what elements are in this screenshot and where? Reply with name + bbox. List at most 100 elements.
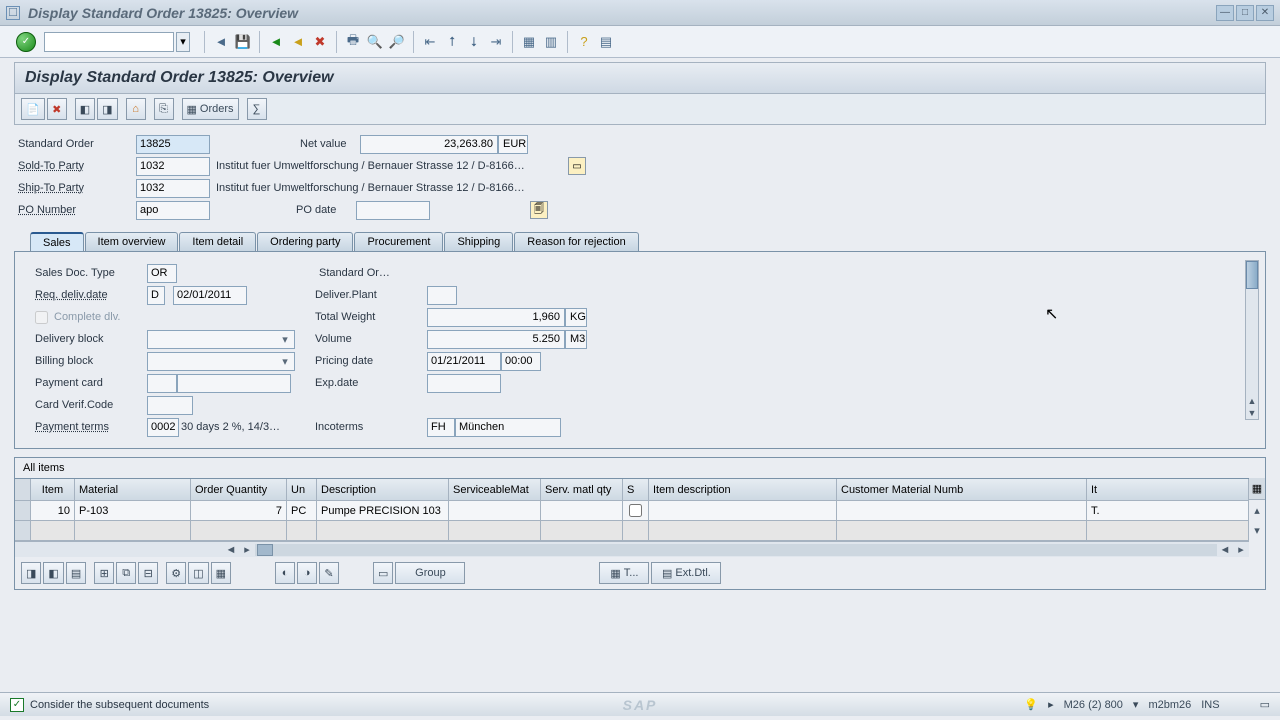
tab-item-detail[interactable]: Item detail bbox=[179, 232, 256, 251]
check-button[interactable]: ◑ bbox=[297, 562, 317, 584]
po-date-field[interactable] bbox=[356, 201, 430, 220]
availability-button[interactable]: ✎ bbox=[319, 562, 339, 584]
command-history-button[interactable]: ▾ bbox=[176, 32, 190, 52]
incoterms-loc-field[interactable] bbox=[455, 418, 561, 437]
col-it[interactable]: It bbox=[1087, 479, 1249, 501]
t-button[interactable]: ▦ T... bbox=[599, 562, 649, 584]
exit-icon[interactable]: ◄ bbox=[288, 32, 308, 52]
header-texts-button[interactable]: ◨ bbox=[97, 98, 117, 120]
reject-button[interactable]: ✖ bbox=[47, 98, 67, 120]
group-button[interactable]: Group bbox=[395, 562, 465, 584]
col-s[interactable]: S bbox=[623, 479, 649, 501]
status-overview-button[interactable]: ∑ bbox=[247, 98, 267, 120]
system-menu-icon[interactable]: ☐ bbox=[6, 6, 20, 20]
details-button[interactable]: ▤ bbox=[66, 562, 86, 584]
tab-reason-rejection[interactable]: Reason for rejection bbox=[514, 232, 638, 251]
status-help-icon[interactable]: 💡 bbox=[1024, 698, 1038, 711]
exp-date-field[interactable] bbox=[427, 374, 501, 393]
deliv-plant-field[interactable] bbox=[427, 286, 457, 305]
prev-page-icon[interactable]: ⭡ bbox=[442, 32, 462, 52]
table-row[interactable] bbox=[15, 521, 1249, 541]
col-description[interactable]: Description bbox=[317, 479, 449, 501]
sales-doc-type-field[interactable] bbox=[147, 264, 177, 283]
sold-to-field[interactable] bbox=[136, 157, 210, 176]
enter-button[interactable]: ✓ bbox=[16, 32, 36, 52]
document-flow-button[interactable]: ⎘ bbox=[154, 98, 174, 120]
material-group-icon[interactable]: ▭ bbox=[373, 562, 393, 584]
last-page-icon[interactable]: ⇥ bbox=[486, 32, 506, 52]
billing-block-dropdown[interactable]: ▾ bbox=[147, 352, 295, 371]
status-session[interactable]: M26 (2) 800 bbox=[1064, 699, 1123, 711]
tab-sales[interactable]: Sales bbox=[30, 232, 84, 252]
header-output-button[interactable]: ◧ bbox=[75, 98, 95, 120]
command-field[interactable] bbox=[44, 32, 174, 52]
help-icon[interactable]: ? bbox=[574, 32, 594, 52]
orders-button[interactable]: ▦ Orders bbox=[182, 98, 239, 120]
pricing-time-field[interactable] bbox=[501, 352, 541, 371]
tab-item-overview[interactable]: Item overview bbox=[85, 232, 179, 251]
schedule-button[interactable]: ▦ bbox=[211, 562, 231, 584]
payment-terms-field[interactable] bbox=[147, 418, 179, 437]
card-verif-field[interactable] bbox=[147, 396, 193, 415]
maximize-button[interactable]: □ bbox=[1236, 5, 1254, 21]
tab-shipping[interactable]: Shipping bbox=[444, 232, 513, 251]
status-interpret-icon[interactable]: ▭ bbox=[1260, 698, 1270, 711]
find-icon[interactable]: 🔍 bbox=[365, 32, 385, 52]
close-button[interactable]: ✕ bbox=[1256, 5, 1274, 21]
conditions-button[interactable]: ◫ bbox=[188, 562, 208, 584]
po-number-field[interactable] bbox=[136, 201, 210, 220]
col-un[interactable]: Un bbox=[287, 479, 317, 501]
extdtl-button[interactable]: ▤ Ext.Dtl. bbox=[651, 562, 721, 584]
status-nav-icon[interactable]: ▸ bbox=[1048, 698, 1054, 711]
req-deliv-date-field[interactable] bbox=[173, 286, 247, 305]
po-search-button[interactable]: 🗐 bbox=[530, 201, 548, 219]
col-item[interactable]: Item bbox=[31, 479, 75, 501]
tab-procurement[interactable]: Procurement bbox=[354, 232, 443, 251]
display-doc-button[interactable]: 📄 bbox=[21, 98, 45, 120]
pricing-date-field[interactable] bbox=[427, 352, 501, 371]
first-page-icon[interactable]: ⇤ bbox=[420, 32, 440, 52]
back-icon[interactable]: ◄ bbox=[211, 32, 231, 52]
cancel-icon[interactable]: ✖ bbox=[310, 32, 330, 52]
save-icon[interactable]: 💾 bbox=[233, 32, 253, 52]
select-all-button[interactable]: ◨ bbox=[21, 562, 41, 584]
col-material[interactable]: Material bbox=[75, 479, 191, 501]
find-next-icon[interactable]: 🔎 bbox=[387, 32, 407, 52]
delivery-block-dropdown[interactable]: ▾ bbox=[147, 330, 295, 349]
row-s-checkbox[interactable] bbox=[629, 504, 642, 517]
back-green-icon[interactable]: ◄ bbox=[266, 32, 286, 52]
ship-to-label[interactable]: Ship-To Party bbox=[18, 182, 136, 194]
ship-to-field[interactable] bbox=[136, 179, 210, 198]
col-itemdesc[interactable]: Item description bbox=[649, 479, 837, 501]
tab-ordering-party[interactable]: Ordering party bbox=[257, 232, 353, 251]
propose-button[interactable]: ◐ bbox=[275, 562, 295, 584]
row-selector[interactable] bbox=[15, 501, 31, 521]
req-deliv-rule-field[interactable] bbox=[147, 286, 165, 305]
col-servqty[interactable]: Serv. matl qty bbox=[541, 479, 623, 501]
insert-row-button[interactable]: ⊞ bbox=[94, 562, 114, 584]
col-custmat[interactable]: Customer Material Numb bbox=[837, 479, 1087, 501]
po-number-label[interactable]: PO Number bbox=[18, 204, 136, 216]
col-serviceable[interactable]: ServiceableMat bbox=[449, 479, 541, 501]
print-icon[interactable]: 🖶 bbox=[343, 32, 363, 52]
table-row[interactable]: 10 P-103 7 PC Pumpe PRECISION 103 T. bbox=[15, 501, 1249, 521]
header-button[interactable]: ⌂ bbox=[126, 98, 146, 120]
grid-vscroll[interactable]: ▦ ▴ ▾ bbox=[1249, 478, 1265, 557]
tab-vscroll[interactable]: ▲ ▼ bbox=[1245, 260, 1259, 420]
payment-terms-label[interactable]: Payment terms bbox=[35, 421, 147, 433]
standard-order-field[interactable] bbox=[136, 135, 210, 154]
config-button[interactable]: ⚙ bbox=[166, 562, 186, 584]
payment-card-field[interactable] bbox=[177, 374, 291, 393]
grid-hscroll[interactable]: ◄ ▸ ◄ ▸ bbox=[15, 541, 1249, 557]
delete-row-button[interactable]: ⊟ bbox=[138, 562, 158, 584]
req-deliv-date-label[interactable]: Req. deliv.date bbox=[35, 289, 147, 301]
select-all-column[interactable] bbox=[15, 479, 31, 501]
minimize-button[interactable]: — bbox=[1216, 5, 1234, 21]
payment-card-type-field[interactable] bbox=[147, 374, 177, 393]
incoterms-field[interactable] bbox=[427, 418, 455, 437]
sold-to-label[interactable]: Sold-To Party bbox=[18, 160, 136, 172]
deselect-all-button[interactable]: ◧ bbox=[43, 562, 63, 584]
layout-menu-icon[interactable]: ▤ bbox=[596, 32, 616, 52]
copy-row-button[interactable]: ⧉ bbox=[116, 562, 136, 584]
col-order-qty[interactable]: Order Quantity bbox=[191, 479, 287, 501]
